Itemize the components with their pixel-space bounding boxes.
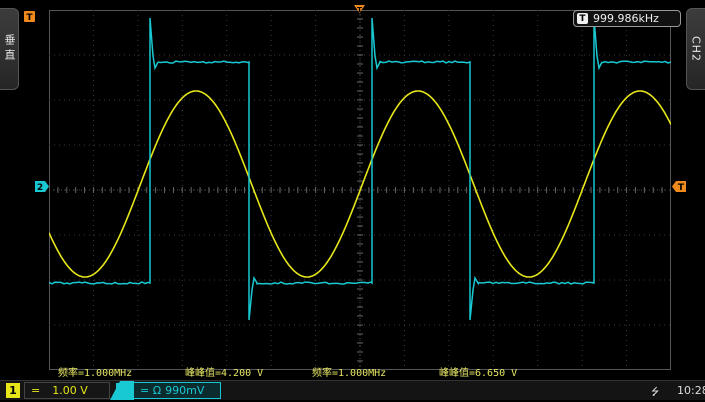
ch1-badge[interactable]: 1 [6, 383, 20, 398]
channel2-menu-label: CH2 [690, 36, 703, 62]
ch2-frequency-measurement: 频率=1.000MHz [312, 364, 386, 379]
trigger-position-label: T [357, 6, 362, 14]
trigger-position-marker-icon[interactable]: T [354, 5, 366, 17]
frequency-counter: T 999.986kHz [573, 10, 681, 27]
timebase-marker-label: T [26, 13, 33, 23]
vertical-menu-tab[interactable]: 垂直 [0, 8, 19, 90]
ch2-vpp-measurement: 峰峰值=6.650 V [439, 364, 517, 379]
ch2-settings[interactable]: = Ω 990mV [133, 382, 221, 399]
ch1-vpp-measurement: 峰峰值=4.200 V [185, 364, 263, 379]
trigger-level-marker-label: T [678, 183, 685, 192]
ch1-coupling: = [31, 384, 40, 397]
clock-time: 10:28 [677, 384, 705, 397]
waveform-display[interactable] [49, 10, 671, 370]
ch1-frequency-measurement: 频率=1.000MHz [58, 364, 132, 379]
channel2-menu-tab[interactable]: CH2 [686, 8, 705, 90]
trigger-icon: T [577, 13, 588, 24]
ch2-ground-marker-label: 2 [37, 183, 43, 192]
ch2-ground-marker-icon[interactable]: 2 [35, 181, 49, 192]
status-bar: 1 = 1.00 V 2 = Ω 990mV ⭍ 10:28 [0, 380, 705, 400]
trigger-level-marker-icon[interactable]: T [672, 181, 686, 192]
vertical-menu-label: 垂直 [1, 34, 17, 64]
ch2-scale: 990mV [165, 384, 204, 397]
ch1-scale: 1.00 V [52, 384, 88, 397]
usb-icon: ⭍ [651, 385, 659, 402]
ch2-coupling: = Ω [140, 384, 161, 397]
ch2-tab-shape [110, 381, 134, 400]
frequency-counter-value: 999.986kHz [593, 12, 659, 25]
ch1-settings[interactable]: = 1.00 V [24, 382, 110, 399]
timebase-marker-icon: T [24, 11, 36, 23]
